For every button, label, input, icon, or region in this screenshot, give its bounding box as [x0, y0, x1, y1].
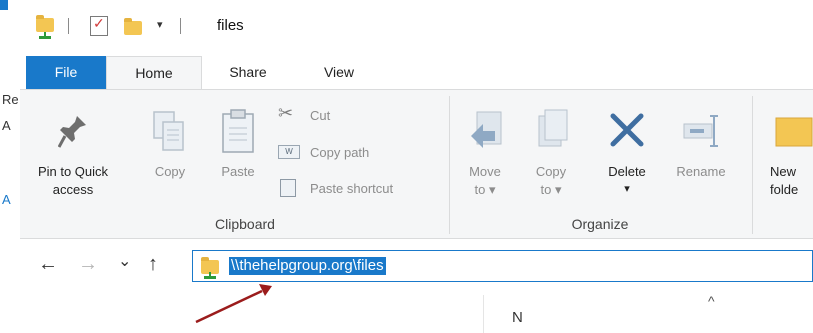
annotation-arrow-shaft: [195, 289, 263, 324]
annotation-arrow: [195, 284, 272, 324]
annotation-arrow-head: [259, 284, 272, 296]
